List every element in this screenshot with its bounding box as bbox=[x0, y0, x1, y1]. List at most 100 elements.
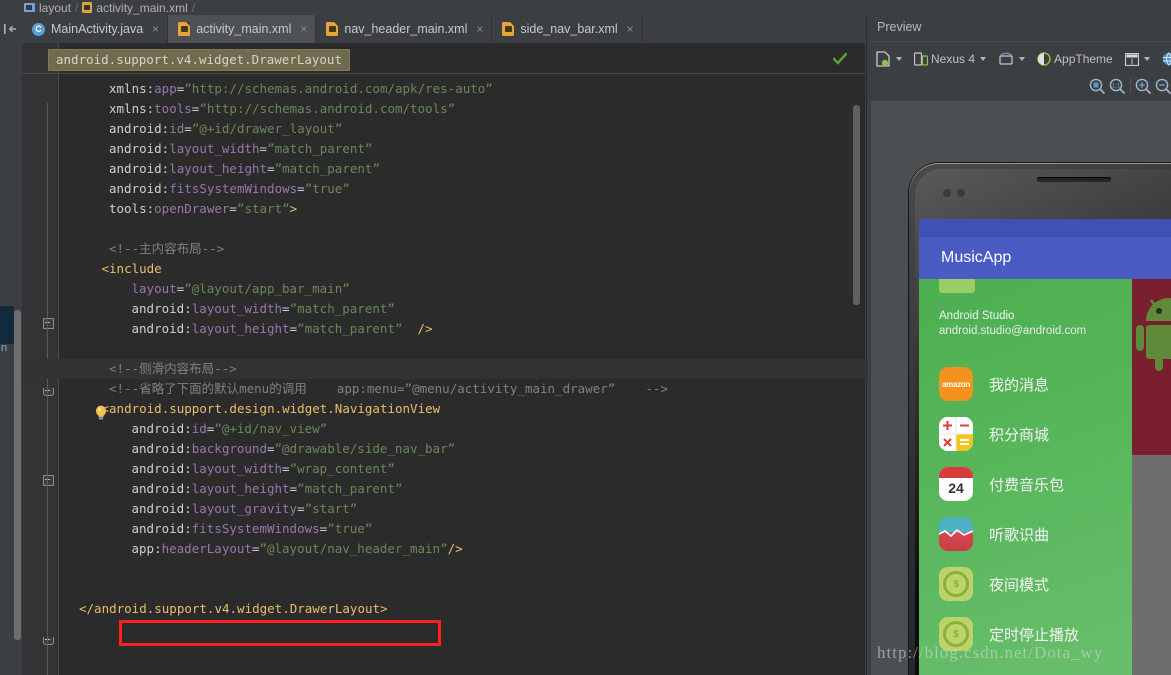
code-line: layout=”@layout/app_bar_main” bbox=[132, 279, 350, 299]
zoom-out-button[interactable] bbox=[1155, 78, 1171, 95]
code-token: = bbox=[229, 201, 237, 216]
code-token: </android.support.v4.widget.DrawerLayout… bbox=[79, 601, 388, 616]
zoom-in-button[interactable] bbox=[1135, 78, 1152, 95]
code-line: <android.support.design.widget.Navigatio… bbox=[102, 399, 441, 419]
editor-tab-1[interactable]: activity_main.xml × bbox=[168, 15, 317, 43]
code-token: id bbox=[169, 121, 185, 136]
breadcrumb-item-file[interactable]: activity_main.xml bbox=[82, 1, 188, 15]
annotation-highlight-box bbox=[119, 620, 441, 646]
drawer-menu-item[interactable]: amazon 我的消息 bbox=[919, 359, 1132, 409]
layout-variants-icon bbox=[1124, 52, 1139, 66]
code-token: android: bbox=[131, 461, 192, 476]
collapse-panel-icon[interactable] bbox=[4, 23, 18, 35]
code-token: android: bbox=[131, 441, 192, 456]
drawer-menu-item[interactable]: 积分商城 bbox=[919, 409, 1132, 459]
android-robot-icon bbox=[1134, 295, 1171, 374]
editor-tab-2[interactable]: nav_header_main.xml × bbox=[316, 15, 493, 43]
dollar-coin-icon: $ bbox=[939, 567, 973, 601]
editor-tab-3[interactable]: side_nav_bar.xml × bbox=[492, 15, 643, 43]
code-token: tools: bbox=[109, 201, 155, 216]
chevron-down-icon bbox=[1019, 57, 1026, 61]
drawer-header: Android Studio android.studio@android.co… bbox=[919, 279, 1132, 359]
editor-tab-label: side_nav_bar.xml bbox=[520, 22, 618, 36]
device-config-icon bbox=[876, 51, 890, 67]
code-token: ” bbox=[334, 121, 343, 136]
editor-scrollbar[interactable] bbox=[853, 105, 860, 305]
close-icon[interactable]: × bbox=[300, 22, 307, 36]
drawer-menu-item-label: 付费音乐包 bbox=[989, 476, 1065, 494]
code-token: xmlns: bbox=[109, 101, 155, 116]
calendar-icon: 24 bbox=[939, 467, 973, 501]
code-token: android: bbox=[109, 181, 170, 196]
xml-file-icon bbox=[178, 22, 191, 36]
code-text-area[interactable]: xmlns:app=”http://schemas.android.com/ap… bbox=[22, 43, 865, 675]
code-token: id bbox=[191, 421, 207, 436]
code-token: ” bbox=[387, 461, 395, 476]
code-token: <!--侧滑内容布局--> bbox=[109, 361, 237, 376]
code-token: layout_height bbox=[169, 161, 268, 176]
left-panel-peek bbox=[0, 306, 14, 344]
zoom-to-fit-button[interactable] bbox=[1089, 78, 1106, 95]
code-line: <!--侧滑内容布局--> bbox=[109, 359, 237, 379]
code-token: android: bbox=[109, 121, 170, 136]
code-token: match_parent bbox=[274, 141, 365, 156]
code-token: ” bbox=[199, 101, 207, 116]
android-app-bar: MusicApp bbox=[919, 237, 1171, 279]
theme-select[interactable]: AppTheme bbox=[1032, 48, 1118, 70]
code-token: ” bbox=[289, 301, 298, 316]
left-panel-scrollbar[interactable] bbox=[14, 310, 21, 640]
calculator-icon bbox=[939, 417, 973, 451]
preview-canvas[interactable]: 6 MusicApp Android Studio android.studio… bbox=[871, 101, 1171, 675]
editor-tab-0[interactable]: C MainActivity.java × bbox=[22, 15, 169, 43]
orientation-button[interactable] bbox=[993, 48, 1030, 70]
code-line: </android.support.v4.widget.DrawerLayout… bbox=[79, 599, 388, 619]
locale-button[interactable] bbox=[1157, 48, 1171, 70]
code-token: ” bbox=[297, 481, 305, 496]
close-icon[interactable]: × bbox=[476, 22, 483, 36]
code-token: ” bbox=[289, 461, 298, 476]
close-icon[interactable]: × bbox=[152, 22, 159, 36]
device-select[interactable]: Nexus 4 bbox=[909, 48, 991, 70]
code-line: android:layout_height=”match_parent” bbox=[109, 159, 380, 179]
code-line: android:layout_width=”match_parent” bbox=[109, 139, 372, 159]
drawer-header-name: Android Studio bbox=[939, 310, 1015, 322]
code-line: <!--主内容布局--> bbox=[109, 239, 224, 259]
java-class-icon: C bbox=[32, 22, 45, 36]
zoom-actual-size-button[interactable]: 1:1 bbox=[1109, 78, 1126, 95]
xml-file-icon bbox=[326, 22, 339, 36]
fold-marker-include[interactable] bbox=[43, 318, 54, 329]
calendar-header bbox=[939, 467, 973, 478]
fold-marker-navview-end[interactable] bbox=[43, 637, 54, 645]
navigation-drawer[interactable]: Android Studio android.studio@android.co… bbox=[919, 279, 1132, 675]
code-line: android:background=”@drawable/side_nav_b… bbox=[132, 439, 456, 459]
code-token: @+id/drawer_layout bbox=[199, 121, 335, 136]
chevron-down-icon bbox=[1143, 57, 1150, 61]
preview-panel-title: Preview bbox=[877, 20, 922, 34]
drawer-menu-item[interactable]: 听歌识曲 bbox=[919, 509, 1132, 559]
code-token: true bbox=[334, 521, 365, 536]
theme-select-label: AppTheme bbox=[1054, 52, 1113, 66]
fold-marker-navview[interactable] bbox=[43, 475, 54, 486]
drawer-menu-item-label: 定时停止播放 bbox=[989, 626, 1080, 644]
fold-marker-include-end[interactable] bbox=[43, 388, 54, 396]
drawer-menu-item[interactable]: $ 夜间模式 bbox=[919, 559, 1132, 609]
api-version-button[interactable] bbox=[1120, 48, 1155, 70]
code-editor[interactable]: android.support.v4.widget.DrawerLayout x… bbox=[22, 43, 865, 675]
code-line: xmlns:tools=”http://schemas.android.com/… bbox=[109, 99, 455, 119]
code-token: app: bbox=[131, 541, 162, 556]
code-token: ” bbox=[267, 141, 275, 156]
code-token: layout bbox=[131, 281, 177, 296]
close-icon[interactable]: × bbox=[627, 22, 634, 36]
drawer-menu-item[interactable]: 24 付费音乐包 bbox=[919, 459, 1132, 509]
code-line: app:headerLayout=”@layout/nav_header_mai… bbox=[132, 539, 463, 559]
code-token: @layout/nav_header_main bbox=[266, 541, 441, 556]
chevron-down-icon bbox=[980, 57, 987, 61]
device-config-button[interactable] bbox=[871, 48, 907, 70]
code-token: = bbox=[282, 301, 290, 316]
zoom-separator bbox=[1130, 78, 1131, 94]
proximity-sensor-icon bbox=[943, 189, 951, 197]
folder-icon bbox=[24, 3, 35, 12]
breadcrumb-item-layout[interactable]: layout bbox=[24, 1, 71, 15]
code-token: ” bbox=[319, 421, 328, 436]
